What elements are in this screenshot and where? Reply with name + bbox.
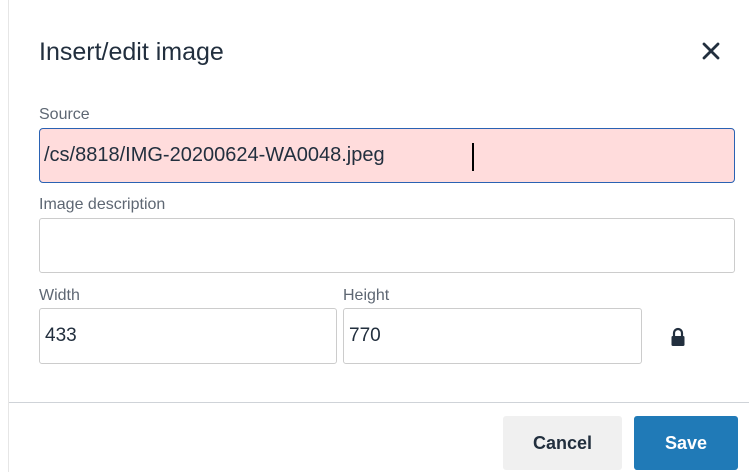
cancel-button[interactable]: Cancel <box>503 416 622 470</box>
close-button[interactable] <box>693 33 729 69</box>
image-description-input[interactable] <box>39 218 735 273</box>
insert-edit-image-dialog: Insert/edit image Source Image descripti… <box>0 0 749 472</box>
height-label: Height <box>343 287 390 304</box>
close-icon <box>702 42 720 60</box>
image-description-label: Image description <box>39 196 166 213</box>
source-input[interactable] <box>39 128 735 183</box>
height-input[interactable] <box>343 308 642 364</box>
dialog-title: Insert/edit image <box>39 38 224 66</box>
width-input[interactable] <box>39 308 337 364</box>
width-label: Width <box>39 287 80 304</box>
constrain-proportions-button[interactable] <box>666 323 690 351</box>
lock-icon <box>671 327 685 346</box>
text-caret <box>472 143 474 171</box>
source-label: Source <box>39 106 90 123</box>
save-button[interactable]: Save <box>634 416 738 470</box>
footer-divider <box>9 402 749 403</box>
